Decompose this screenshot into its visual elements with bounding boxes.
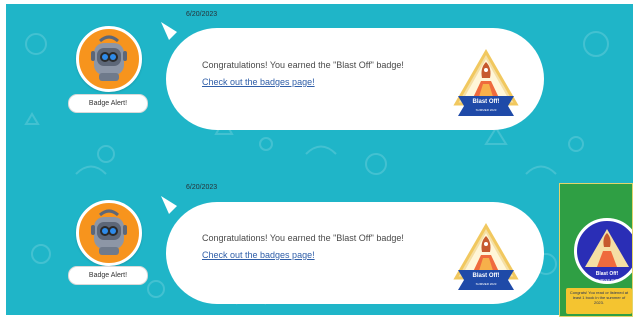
congratulations-message: Congratulations! You earned the "Blast O… — [202, 60, 404, 70]
preview-badge-subtitle: SUMMER 2023 — [596, 278, 618, 282]
congratulations-message: Congratulations! You earned the "Blast O… — [202, 233, 404, 243]
speech-bubble-tail — [161, 22, 177, 40]
notification-date: 6/20/2023 — [186, 11, 218, 18]
badge-alert-label: Badge Alert! — [68, 94, 148, 113]
notification-item: 6/20/2023 Badge Alert! Congratulations! … — [6, 176, 633, 315]
notification-date: 6/20/2023 — [186, 184, 218, 191]
badge-preview-card[interactable]: Blast Off! SUMMER 2023 Congrats! You rea… — [559, 183, 633, 317]
notification-feed: 6/20/2023 Badge Alert! Congratulations! … — [6, 4, 633, 315]
preview-message: Congrats! You read or listened at least … — [566, 288, 632, 314]
badge-subtitle: SUMMER 2023 — [475, 108, 497, 112]
robot-avatar-icon — [76, 26, 142, 92]
badges-page-link[interactable]: Check out the badges page! — [202, 250, 315, 260]
badge-subtitle: SUMMER 2023 — [475, 282, 497, 286]
badges-page-link[interactable]: Check out the badges page! — [202, 77, 315, 87]
preview-badge-title: Blast Off! — [595, 271, 619, 277]
badge-title: Blast Off! — [472, 99, 500, 105]
badge-alert-label: Badge Alert! — [68, 266, 148, 285]
speech-bubble-tail — [161, 196, 177, 214]
notification-item: 6/20/2023 Badge Alert! Congratulations! … — [6, 4, 633, 154]
robot-avatar-icon — [76, 200, 142, 266]
badge-title: Blast Off! — [472, 273, 500, 279]
